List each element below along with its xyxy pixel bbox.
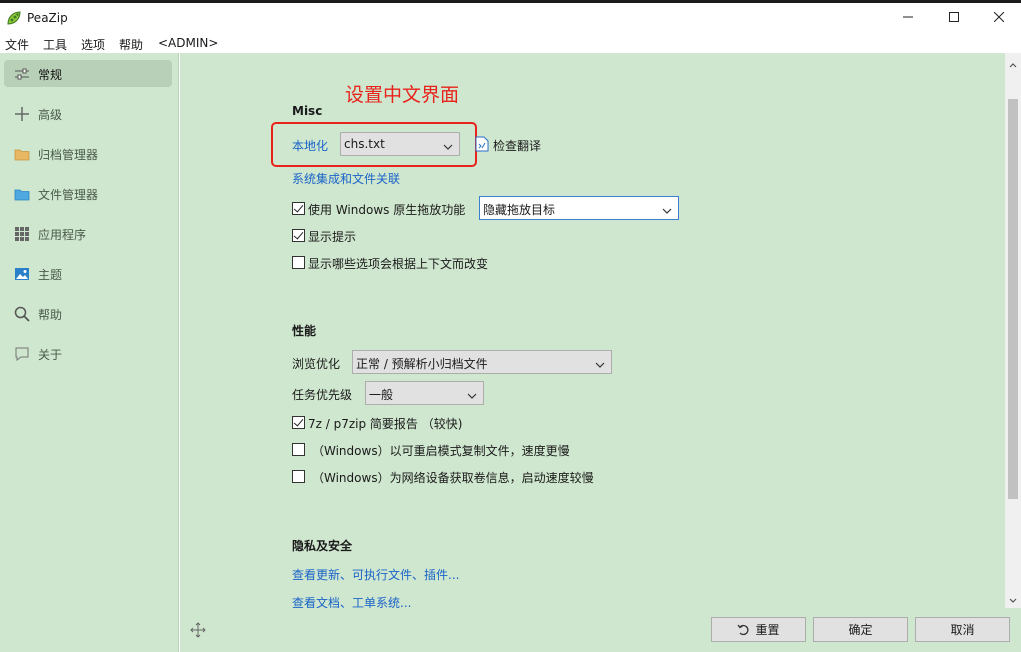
sidebar-item-label: 应用程序: [38, 228, 87, 242]
sidebar-item-theme[interactable]: 主题: [4, 260, 172, 287]
misc-heading: Misc: [292, 104, 323, 118]
sidebar-item-applications[interactable]: 应用程序: [4, 220, 172, 247]
menu-help[interactable]: 帮助: [119, 36, 143, 53]
chevron-down-icon[interactable]: [1009, 593, 1017, 607]
show-tips-label: 显示提示: [308, 230, 357, 244]
volume-info-label: （Windows）为网络设备获取卷信息，启动速度较慢: [312, 471, 594, 485]
ok-button[interactable]: 确定: [813, 617, 908, 642]
localization-link[interactable]: 本地化: [292, 137, 328, 154]
maximize-button[interactable]: [931, 3, 977, 31]
show-tips-checkbox[interactable]: [292, 229, 305, 242]
drag-drop-target-select[interactable]: 隐藏拖放目标: [479, 196, 679, 220]
title-bar: PeaZip: [0, 3, 1021, 33]
cancel-button-label: 取消: [950, 623, 975, 637]
chevron-down-icon: [595, 358, 605, 372]
performance-heading: 性能: [292, 324, 317, 338]
restart-copy-checkbox[interactable]: [292, 443, 305, 456]
sidebar-item-label: 帮助: [38, 308, 63, 322]
ok-button-label: 确定: [848, 623, 873, 637]
drag-drop-checkbox[interactable]: [292, 202, 305, 215]
check-updates-link[interactable]: 查看更新、可执行文件、插件...: [292, 566, 459, 583]
sidebar-item-label: 常规: [38, 68, 63, 82]
general-settings-icon: [14, 66, 30, 82]
window-title: PeaZip: [27, 11, 68, 25]
plus-icon: [14, 106, 30, 122]
chat-bubble-icon: [14, 346, 30, 362]
system-integration-link[interactable]: 系统集成和文件关联: [292, 170, 400, 187]
check-translation-link[interactable]: 检查翻译: [493, 137, 541, 154]
sidebar-item-label: 归档管理器: [38, 148, 99, 162]
sidebar-item-label: 文件管理器: [38, 188, 99, 202]
peazip-logo-icon: [6, 10, 22, 26]
reset-button[interactable]: 重置: [711, 617, 806, 642]
sidebar-item-label: 主题: [38, 268, 63, 282]
cancel-button[interactable]: 取消: [915, 617, 1010, 642]
menu-bar: 文件 工具 选项 帮助 <ADMIN>: [0, 33, 1021, 53]
sidebar-item-file-manager[interactable]: 文件管理器: [4, 180, 172, 207]
task-priority-label: 任务优先级: [292, 388, 353, 402]
task-priority-select[interactable]: 一般: [365, 381, 484, 405]
settings-content: Misc 设置中文界面 本地化 chs.txt 检查翻译 系统集成和文件关联 使…: [180, 53, 1005, 608]
sidebar-item-help[interactable]: 帮助: [4, 300, 172, 327]
menu-file[interactable]: 文件: [5, 36, 29, 53]
sidebar-item-label: 关于: [38, 348, 63, 362]
localization-select[interactable]: chs.txt: [340, 132, 460, 156]
scrollbar-thumb[interactable]: [1008, 99, 1018, 499]
browse-optimization-label: 浏览优化: [292, 357, 341, 371]
apps-grid-icon: [14, 226, 30, 242]
brief-report-checkbox[interactable]: [292, 416, 305, 429]
search-icon: [14, 306, 30, 322]
close-button[interactable]: [976, 3, 1021, 31]
brief-report-label: 7z / p7zip 简要报告 （较快): [308, 417, 463, 431]
chevron-down-icon: [467, 389, 477, 403]
annotation-note: 设置中文界面: [345, 84, 460, 106]
minimize-button[interactable]: [885, 3, 931, 31]
browse-optimization-select[interactable]: 正常 / 预解析小归档文件: [352, 350, 612, 374]
chevron-down-icon: [443, 140, 453, 154]
sidebar-item-advanced[interactable]: 高级: [4, 100, 172, 127]
chevron-up-icon[interactable]: [1009, 57, 1017, 71]
check-docs-link[interactable]: 查看文档、工单系统...: [292, 594, 411, 608]
undo-icon: [737, 623, 750, 636]
drag-drop-label: 使用 Windows 原生拖放功能: [308, 203, 466, 217]
restart-copy-label: （Windows）以可重启模式复制文件，速度更慢: [312, 444, 570, 458]
menu-options[interactable]: 选项: [81, 36, 105, 53]
volume-info-checkbox[interactable]: [292, 470, 305, 483]
archive-folder-icon: [14, 146, 30, 162]
image-icon: [14, 266, 30, 282]
translate-check-icon: [475, 136, 489, 155]
drag-drop-select-value: 隐藏拖放目标: [483, 203, 556, 217]
chevron-down-icon: [662, 204, 672, 218]
sidebar-item-archive-manager[interactable]: 归档管理器: [4, 140, 172, 167]
privacy-heading: 隐私及安全: [292, 539, 353, 553]
localization-select-value: chs.txt: [344, 137, 385, 151]
settings-sidebar: 常规 高级 归档管理器 文件管理器 应用程序 主题 帮助 关于: [0, 53, 179, 652]
sidebar-item-label: 高级: [38, 108, 63, 122]
priority-select-value: 一般: [369, 388, 394, 402]
move-handle-icon[interactable]: [190, 622, 206, 641]
sidebar-item-general[interactable]: 常规: [4, 60, 172, 87]
folder-icon: [14, 186, 30, 202]
menu-tools[interactable]: 工具: [43, 36, 67, 53]
reset-button-label: 重置: [755, 623, 780, 637]
sidebar-item-about[interactable]: 关于: [4, 340, 172, 367]
browse-select-value: 正常 / 预解析小归档文件: [356, 357, 488, 371]
content-scrollbar[interactable]: [1005, 53, 1021, 608]
menu-admin[interactable]: <ADMIN>: [158, 36, 218, 50]
show-context-label: 显示哪些选项会根据上下文而改变: [308, 257, 489, 271]
show-context-checkbox[interactable]: [292, 256, 305, 269]
